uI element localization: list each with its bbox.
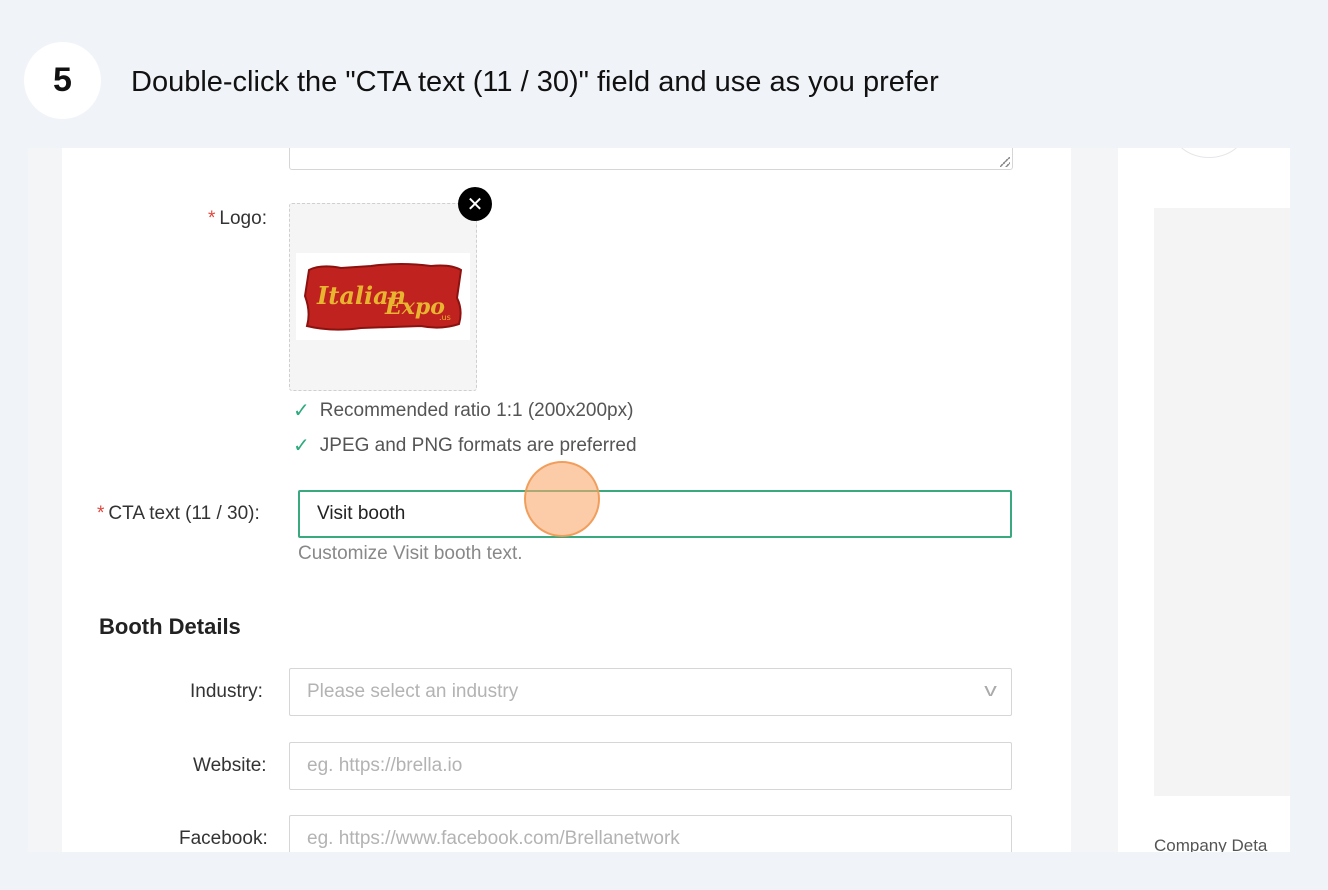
facebook-label: Facebook:: [179, 827, 268, 851]
website-input[interactable]: eg. https://brella.io: [289, 742, 1012, 790]
label-colon: :: [262, 828, 268, 849]
hint-formats-text: JPEG and PNG formats are preferred: [319, 434, 637, 456]
logo-upload-area[interactable]: Italian Expo .us: [289, 203, 477, 391]
preview-panel: Company Deta: [1118, 148, 1290, 852]
check-icon: ✓: [293, 400, 310, 422]
website-placeholder: eg. https://brella.io: [307, 755, 463, 776]
step-number-badge: 5: [24, 42, 101, 119]
cta-help-text: Customize Visit booth text.: [298, 543, 523, 564]
hint-formats: ✓ JPEG and PNG formats are preferred: [293, 433, 637, 458]
industry-label: Industry:: [190, 680, 263, 704]
hint-ratio-text: Recommended ratio 1:1 (200x200px): [319, 399, 634, 421]
logo-label: * Logo:: [208, 207, 267, 231]
svg-text:Expo: Expo: [384, 294, 445, 320]
avatar-placeholder: [1172, 148, 1246, 158]
description-textarea[interactable]: [289, 148, 1013, 170]
close-icon: ✕: [466, 193, 484, 216]
click-indicator: [524, 461, 600, 537]
screenshot-viewport: * Logo: Italian Expo .us ✕ ✓ Recommended …: [28, 148, 1290, 852]
label-colon: :: [261, 208, 267, 229]
booth-details-heading: Booth Details: [99, 614, 241, 639]
industry-label-text: Industry: [190, 681, 258, 702]
italianexpo-logo: Italian Expo .us: [303, 262, 463, 331]
logo-label-text: Logo: [219, 208, 262, 229]
cta-text-value: Visit booth: [317, 503, 406, 524]
company-details-label: Company Deta: [1154, 836, 1268, 852]
website-label-text: Website: [193, 755, 262, 776]
step-instruction: Double-click the "CTA text (11 / 30)" fi…: [131, 66, 939, 98]
facebook-placeholder: eg. https://www.facebook.com/Brellanetwo…: [307, 828, 680, 849]
preview-area: [1154, 208, 1290, 796]
cta-label-text: CTA text (11 / 30): [108, 503, 255, 524]
label-colon: :: [261, 755, 267, 776]
cta-label: * CTA text (11 / 30):: [97, 502, 260, 526]
chevron-down-icon: v: [984, 680, 997, 700]
hint-ratio: ✓ Recommended ratio 1:1 (200x200px): [293, 398, 633, 423]
resize-handle-icon[interactable]: [1000, 157, 1010, 167]
cta-text-input[interactable]: Visit booth: [298, 490, 1012, 538]
website-label: Website:: [193, 754, 267, 778]
check-icon: ✓: [293, 435, 310, 457]
svg-text:.us: .us: [439, 313, 451, 322]
facebook-label-text: Facebook: [179, 828, 263, 849]
label-colon: :: [254, 503, 260, 524]
facebook-input[interactable]: eg. https://www.facebook.com/Brellanetwo…: [289, 815, 1012, 852]
label-colon: :: [257, 681, 263, 702]
remove-logo-button[interactable]: ✕: [458, 187, 492, 221]
logo-image: Italian Expo .us: [296, 253, 470, 340]
required-mark: *: [97, 503, 105, 524]
industry-select[interactable]: Please select an industry v: [289, 668, 1012, 716]
industry-placeholder: Please select an industry: [307, 681, 519, 702]
required-mark: *: [208, 208, 216, 229]
